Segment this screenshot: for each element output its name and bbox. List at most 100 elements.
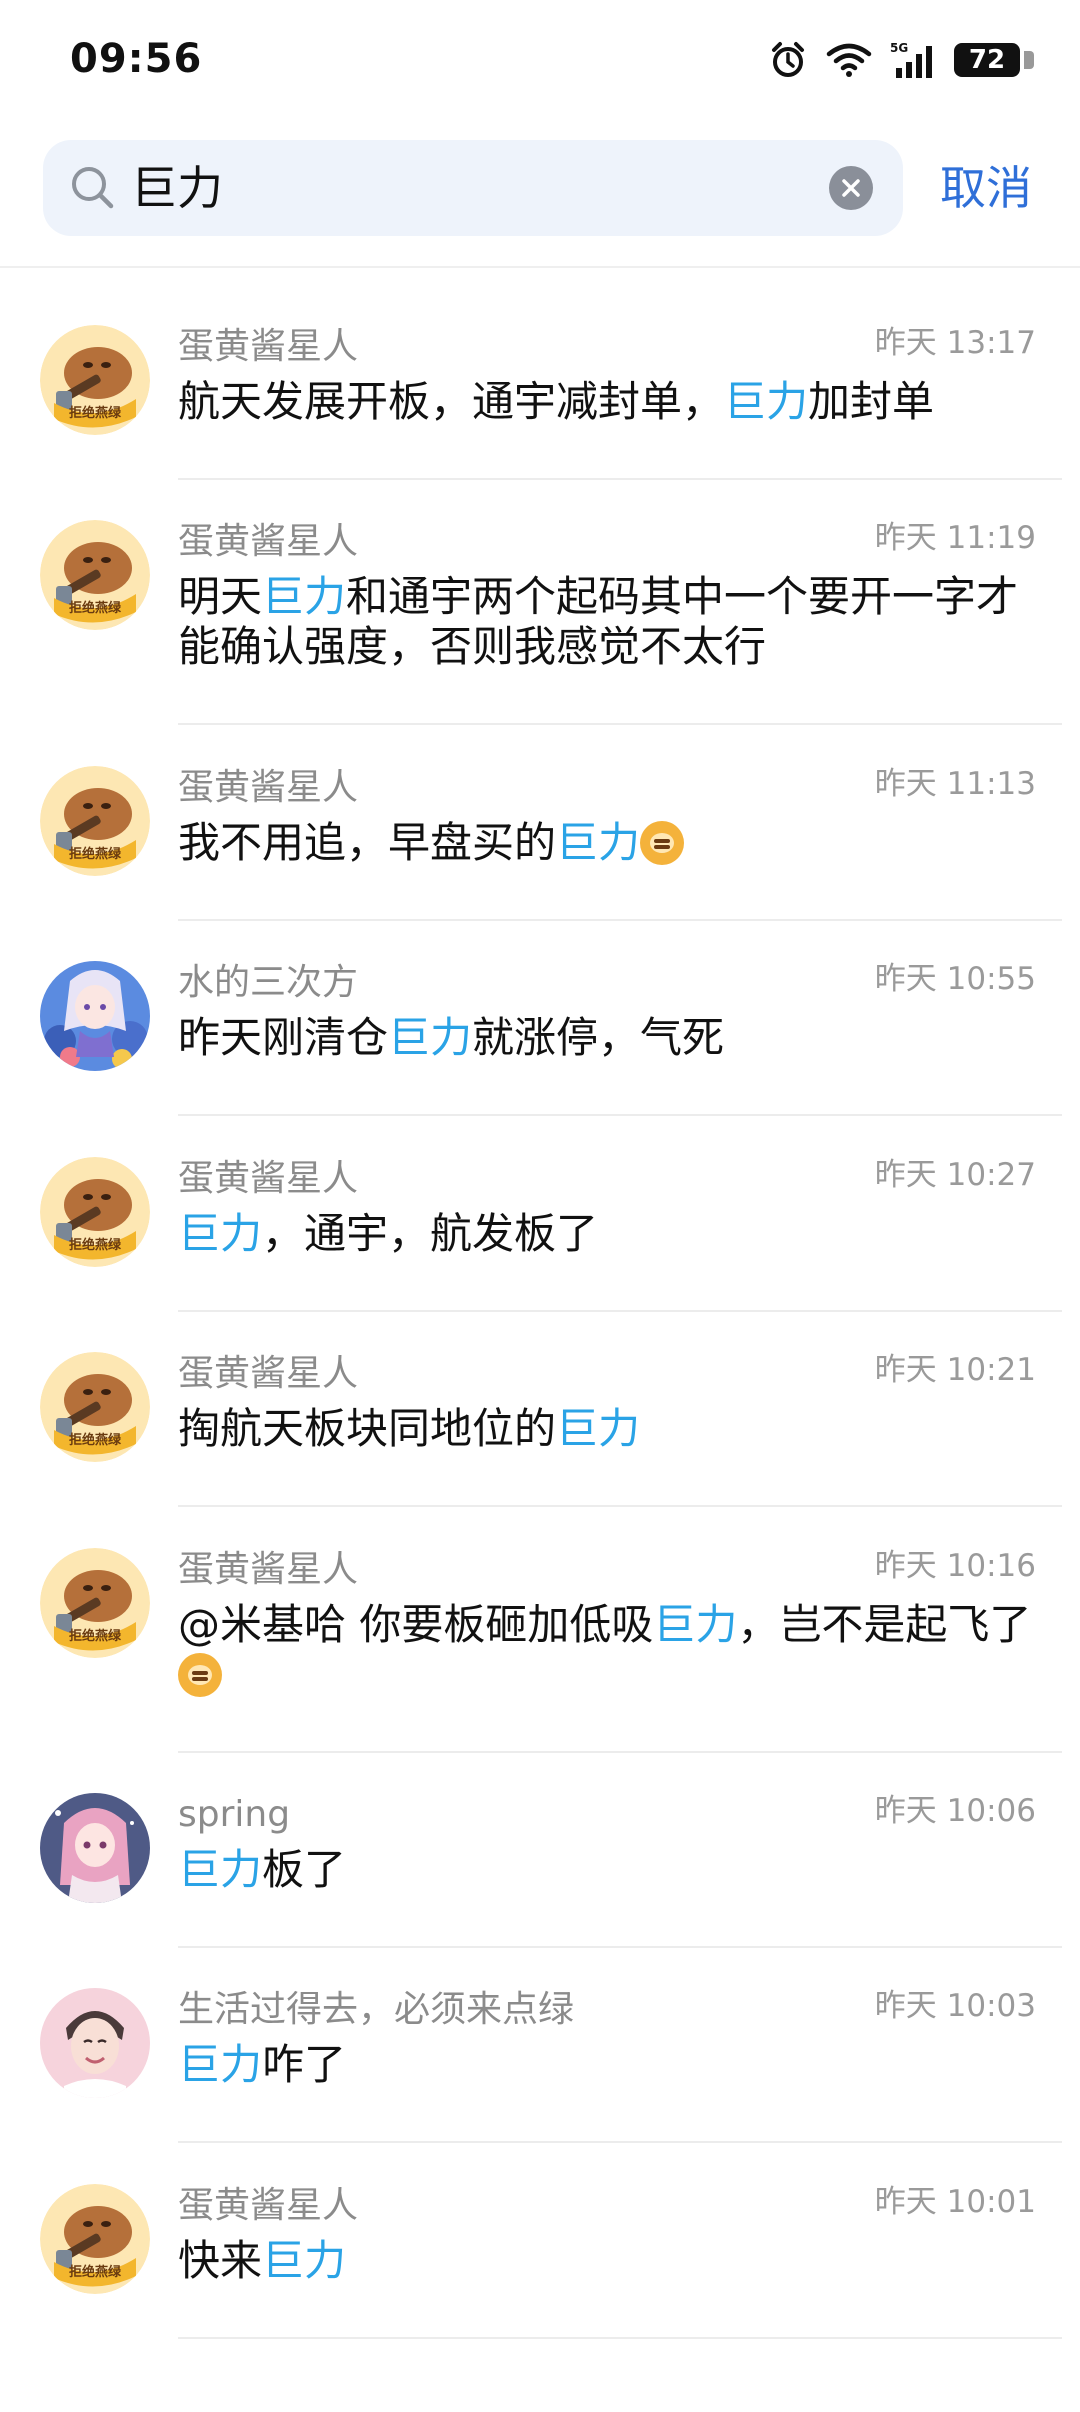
sender-name: 生活过得去，必须来点绿 [178, 1989, 575, 2030]
row-divider [178, 2141, 1062, 2143]
message-result-item[interactable]: spring 昨天 10:06 巨力板了 [0, 1753, 1080, 1948]
header-divider [0, 266, 1080, 268]
battery-nub [1024, 51, 1034, 69]
search-input[interactable]: 巨力 [131, 158, 831, 218]
avatar[interactable] [40, 1988, 150, 2098]
battery-level: 72 [968, 45, 1006, 75]
alarm-icon [772, 42, 804, 77]
message-snippet: 巨力咋了 [178, 2040, 1038, 2090]
message-snippet: @米基哈 你要板砸加低吸巨力，岂不是起飞了 [178, 1600, 1038, 1700]
status-icons: 5G 72 [768, 34, 1034, 86]
search-highlight: 巨力 [388, 1013, 473, 1062]
message-time: 昨天 10:55 [874, 961, 1036, 997]
message-snippet: 巨力板了 [178, 1845, 1038, 1895]
row-divider [178, 1114, 1062, 1116]
svg-text:5G: 5G [890, 41, 908, 55]
message-result-item[interactable]: 生活过得去，必须来点绿 昨天 10:03 巨力咋了 [0, 1948, 1080, 2143]
message-snippet: 明天巨力和通宇两个起码其中一个要开一字才能确认强度，否则我感觉不太行 [178, 572, 1038, 672]
message-time: 昨天 10:21 [874, 1352, 1036, 1388]
message-text: 加封单 [808, 377, 935, 426]
doge-emoji-icon [640, 821, 685, 865]
sender-name: spring [178, 1794, 291, 1835]
svg-text:拒绝燕绿: 拒绝燕绿 [69, 1237, 122, 1253]
message-time: 昨天 10:03 [874, 1988, 1036, 2024]
message-text: @米基哈 你要板砸加低吸 [178, 1600, 654, 1649]
svg-text:拒绝燕绿: 拒绝燕绿 [69, 846, 122, 862]
message-text: 板了 [262, 1845, 347, 1894]
message-text: 就涨停，气死 [472, 1013, 725, 1062]
message-snippet: 巨力，通宇，航发板了 [178, 1209, 1038, 1259]
search-box[interactable]: 巨力 [43, 140, 903, 236]
avatar[interactable]: 拒绝燕绿 [40, 325, 150, 435]
doge-emoji-icon [178, 1653, 222, 1697]
search-highlight: 巨力 [178, 1845, 263, 1894]
avatar[interactable]: 拒绝燕绿 [40, 1548, 150, 1658]
message-text: ，通宇，航发板了 [262, 1209, 599, 1258]
sender-name: 蛋黄酱星人 [178, 521, 359, 562]
message-result-item[interactable]: 拒绝燕绿 蛋黄酱星人 昨天 10:01 快来巨力 [0, 2144, 1080, 2339]
message-result-item[interactable]: 拒绝燕绿 蛋黄酱星人 昨天 13:17 航天发展开板，通宇减封单，巨力加封单 [0, 285, 1080, 480]
sender-name: 蛋黄酱星人 [178, 1158, 359, 1199]
avatar[interactable]: 拒绝燕绿 [40, 1157, 150, 1267]
message-time: 昨天 11:19 [874, 520, 1036, 556]
avatar[interactable]: 拒绝燕绿 [40, 2184, 150, 2294]
avatar[interactable] [40, 961, 150, 1071]
search-icon [72, 167, 114, 209]
search-highlight: 巨力 [178, 1209, 263, 1258]
search-highlight: 巨力 [262, 572, 347, 621]
sender-name: 蛋黄酱星人 [178, 767, 359, 808]
message-time: 昨天 11:13 [874, 766, 1036, 802]
message-snippet: 快来巨力 [178, 2236, 1038, 2286]
search-highlight: 巨力 [724, 377, 809, 426]
cancel-button[interactable]: 取消 [940, 158, 1032, 218]
message-text: 明天 [178, 572, 263, 621]
avatar[interactable]: 拒绝燕绿 [40, 766, 150, 876]
message-time: 昨天 10:06 [874, 1793, 1036, 1829]
svg-text:拒绝燕绿: 拒绝燕绿 [69, 2264, 122, 2280]
message-result-item[interactable]: 拒绝燕绿 蛋黄酱星人 昨天 11:13 我不用追，早盘买的巨力 [0, 726, 1080, 921]
message-text: 咋了 [262, 2040, 347, 2089]
avatar[interactable] [40, 1793, 150, 1903]
wifi-icon [826, 43, 872, 77]
message-result-item[interactable]: 拒绝燕绿 蛋黄酱星人 昨天 11:19 明天巨力和通宇两个起码其中一个要开一字才能确… [0, 480, 1080, 725]
message-time: 昨天 10:16 [874, 1548, 1036, 1584]
message-text: ，岂不是起飞了 [737, 1600, 1032, 1649]
message-snippet: 昨天刚清仓巨力就涨停，气死 [178, 1013, 1038, 1063]
message-text: 掏航天板块同地位的 [178, 1404, 557, 1453]
signal-5g-icon: 5G [890, 41, 932, 78]
sender-name: 蛋黄酱星人 [178, 1353, 359, 1394]
message-time: 昨天 10:27 [874, 1157, 1036, 1193]
row-divider [178, 723, 1062, 725]
message-snippet: 我不用追，早盘买的巨力 [178, 818, 1038, 868]
status-bar: 09:56 5G 72 [0, 0, 1080, 120]
avatar[interactable]: 拒绝燕绿 [40, 520, 150, 630]
message-result-item[interactable]: 水的三次方 昨天 10:55 昨天刚清仓巨力就涨停，气死 [0, 921, 1080, 1116]
message-time: 昨天 13:17 [874, 325, 1036, 361]
search-highlight: 巨力 [178, 2040, 263, 2089]
close-icon [842, 179, 860, 197]
search-highlight: 巨力 [262, 2236, 347, 2285]
row-divider [178, 2337, 1062, 2339]
sender-name: 水的三次方 [178, 962, 359, 1003]
sender-name: 蛋黄酱星人 [178, 2185, 359, 2226]
search-bar: 巨力 取消 [0, 130, 1080, 260]
row-divider [178, 1505, 1062, 1507]
sender-name: 蛋黄酱星人 [178, 326, 359, 367]
avatar[interactable]: 拒绝燕绿 [40, 1352, 150, 1462]
clear-search-button[interactable] [829, 166, 873, 210]
svg-text:拒绝燕绿: 拒绝燕绿 [69, 600, 122, 616]
status-time: 09:56 [70, 36, 203, 82]
message-text: 我不用追，早盘买的 [178, 818, 557, 867]
message-text: 昨天刚清仓 [178, 1013, 389, 1062]
battery-icon: 72 [954, 43, 1034, 77]
message-result-item[interactable]: 拒绝燕绿 蛋黄酱星人 昨天 10:21 掏航天板块同地位的巨力 [0, 1312, 1080, 1507]
search-highlight: 巨力 [653, 1600, 738, 1649]
message-snippet: 掏航天板块同地位的巨力 [178, 1404, 1038, 1454]
message-text: 航天发展开板，通宇减封单， [178, 377, 725, 426]
svg-text:拒绝燕绿: 拒绝燕绿 [69, 1432, 122, 1448]
svg-text:拒绝燕绿: 拒绝燕绿 [69, 1628, 122, 1644]
message-result-item[interactable]: 拒绝燕绿 蛋黄酱星人 昨天 10:27 巨力，通宇，航发板了 [0, 1117, 1080, 1312]
message-time: 昨天 10:01 [874, 2184, 1036, 2220]
message-result-item[interactable]: 拒绝燕绿 蛋黄酱星人 昨天 10:16 @米基哈 你要板砸加低吸巨力，岂不是起飞了 [0, 1508, 1080, 1753]
search-highlight: 巨力 [556, 818, 641, 867]
